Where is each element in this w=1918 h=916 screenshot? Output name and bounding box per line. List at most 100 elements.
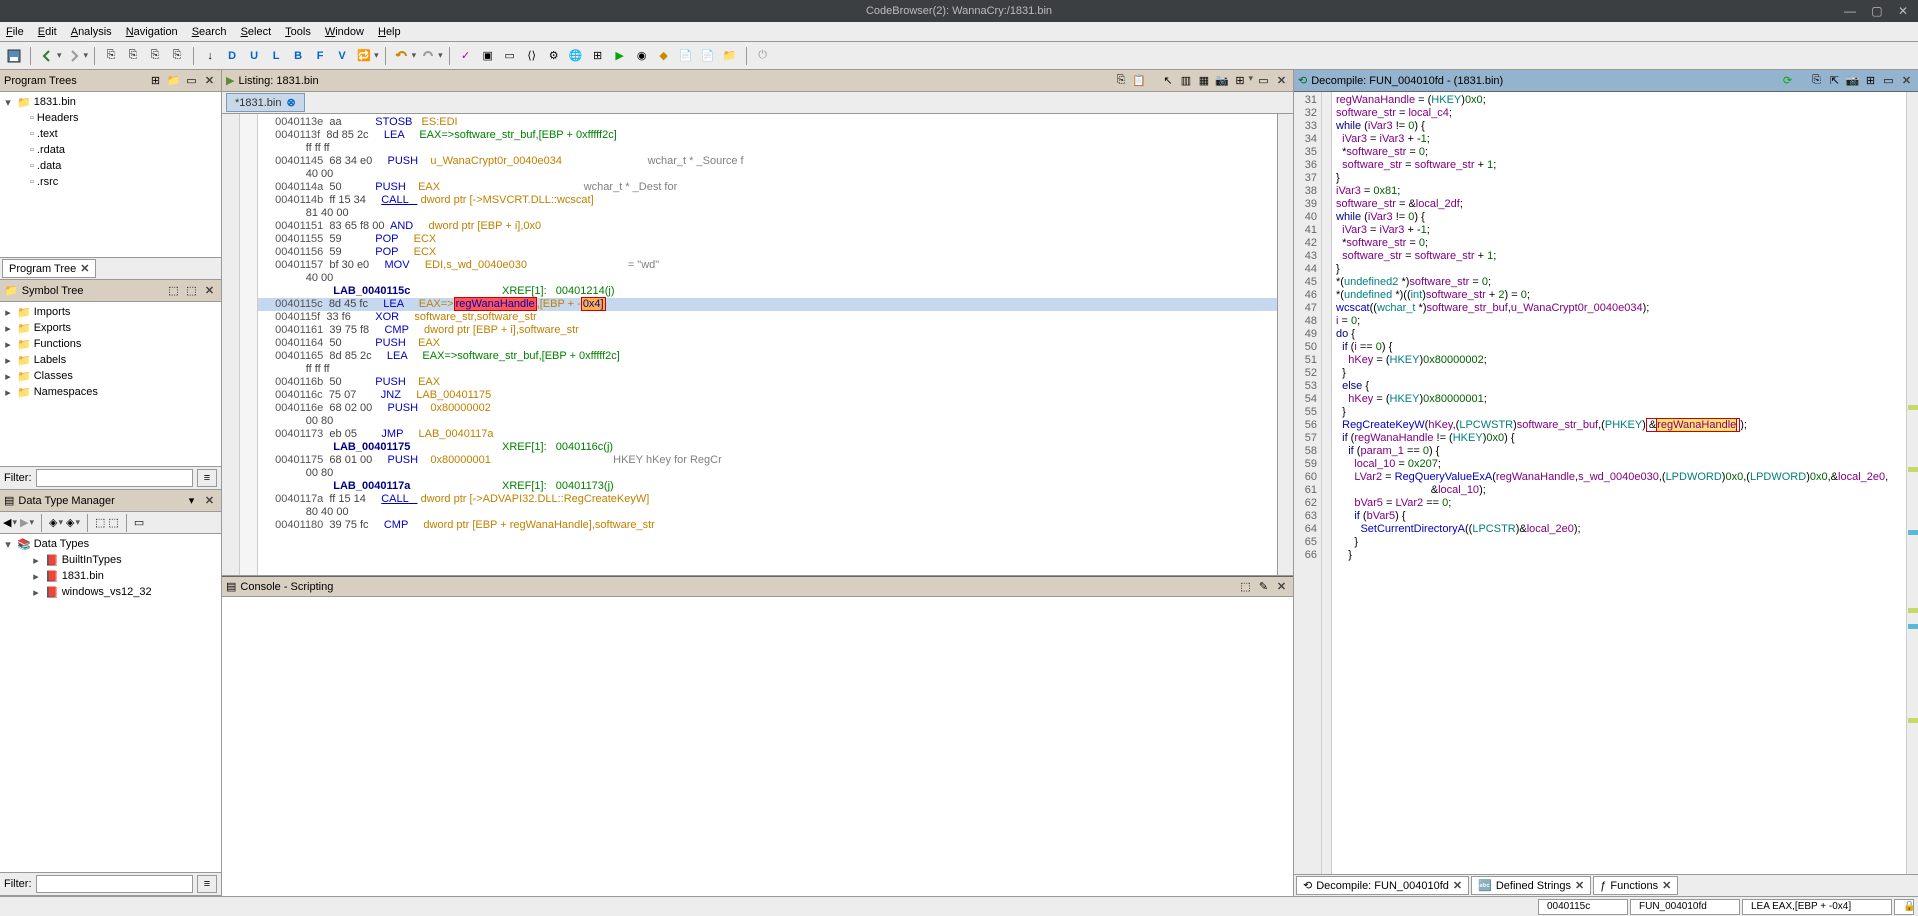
listing-row[interactable]: ff ff ff [258,363,1277,376]
listing-row[interactable]: 00 80 [258,467,1277,480]
diamond-icon[interactable]: ◆ [654,46,674,66]
listing-row[interactable]: 0040113f 8d 85 2c LEA EAX=>software_str_… [258,129,1277,142]
l-copy-icon[interactable]: ⎘ [1113,73,1128,88]
listing-row[interactable]: 00401155 59 POP ECX [258,233,1277,246]
decompile-overview[interactable] [1906,92,1918,874]
dtm-filter-input[interactable] [36,875,194,893]
decompile-line[interactable]: } [1332,367,1906,380]
listing-row[interactable]: 00401145 68 34 e0 PUSH u_WanaCrypt0r_004… [258,155,1277,168]
letter-d-icon[interactable]: D [222,46,242,66]
tree-section[interactable]: ▫.text [30,126,219,142]
st-icon1[interactable]: ⬚ [166,283,181,298]
listing-row[interactable]: 00401151 83 65 f8 00 AND dword ptr [EBP … [258,220,1277,233]
console-body[interactable] [222,597,1293,896]
d-copy-icon[interactable]: ⎘ [1809,73,1824,88]
c-close-icon[interactable]: ✕ [1274,579,1289,594]
listing-row[interactable]: LAB_0040115c XREF[1]: 00401214(j) [258,285,1277,298]
tab-close-icon[interactable]: ✕ [1662,879,1671,892]
decompile-line[interactable]: regWanaHandle = (HKEY)0x0; [1332,94,1906,107]
decompile-body[interactable]: regWanaHandle = (HKEY)0x0; software_str =… [1332,92,1906,874]
listing-row[interactable]: 00401173 eb 05 JMP LAB_0040117a [258,428,1277,441]
nav3-icon[interactable]: ⎘ [145,46,165,66]
d-refresh-icon[interactable]: ⟳ [1780,73,1795,88]
status-lock-icon[interactable]: 🔒 [1894,899,1914,915]
listing-row[interactable]: 0040117a ff 15 14 CALL dword ptr [->ADVA… [258,493,1277,506]
tab-close-icon[interactable]: ✕ [1453,879,1462,892]
menu-window[interactable]: Window [325,26,364,38]
decompile-line[interactable]: do { [1332,328,1906,341]
dtm-tool1-icon[interactable]: ◈ [49,516,57,529]
symbol-folder[interactable]: ▸📁Imports [2,304,219,320]
st-icon2[interactable]: ⬚ [184,283,199,298]
decompile-line[interactable]: iVar3 = iVar3 + -1; [1332,224,1906,237]
file-icon[interactable]: 📁 [720,46,740,66]
decompile-line[interactable]: else { [1332,380,1906,393]
menu-tools[interactable]: Tools [285,26,311,38]
panel-tab[interactable]: ƒFunctions✕ [1593,876,1678,895]
globe-icon[interactable]: 🌐 [566,46,586,66]
listing-row[interactable]: 0040115f 33 f6 XOR software_str,software… [258,311,1277,324]
dtm-tool3-icon[interactable]: ⬚ [95,516,105,529]
decompile-line[interactable]: if (regWanaHandle != (HKEY)0x0) { [1332,432,1906,445]
tab-close-icon[interactable]: ✕ [80,262,89,275]
decompile-line[interactable]: RegCreateKeyW(hKey,(LPCWSTR)software_str… [1332,419,1906,432]
decompile-line[interactable]: *software_str = 0; [1332,146,1906,159]
letter-v-icon[interactable]: V [332,46,352,66]
menu-select[interactable]: Select [241,26,272,38]
nav4-icon[interactable]: ⎘ [167,46,187,66]
pt-icon1[interactable]: ⊞ [148,73,163,88]
l-tool2-icon[interactable]: ▦ [1196,73,1211,88]
dtm-root[interactable]: ▾📚Data Types [2,536,219,552]
doc1-icon[interactable]: 📄 [676,46,696,66]
symbol-folder[interactable]: ▸📁Namespaces [2,384,219,400]
dtm-menu-icon[interactable]: ▾ [184,493,199,508]
letter-u-icon[interactable]: U [244,46,264,66]
listing-row[interactable]: 80 40 00 [258,506,1277,519]
decompile-line[interactable]: software_str = &local_2df; [1332,198,1906,211]
letter-b-icon[interactable]: B [288,46,308,66]
listing-row[interactable]: 0040115c 8d 45 fc LEA EAX=>regWanaHandle… [258,298,1277,311]
back-icon[interactable] [37,46,57,66]
pt-icon2[interactable]: 📁 [166,73,181,88]
decompile-line[interactable]: software_str = software_str + 1; [1332,159,1906,172]
brackets-icon[interactable]: ⟨⟩ [522,46,542,66]
cube-icon[interactable]: ▣ [478,46,498,66]
l-restore-icon[interactable]: ▭ [1256,73,1271,88]
pt-restore-icon[interactable]: ▭ [184,73,199,88]
pt-close-icon[interactable]: ✕ [202,73,217,88]
dtm-back-icon[interactable]: ◀ [3,516,11,529]
decompile-line[interactable]: iVar3 = iVar3 + -1; [1332,133,1906,146]
window-icon[interactable]: ▭ [500,46,520,66]
goto-icon[interactable]: ↓ [200,46,220,66]
panel-tab[interactable]: ⟲Decompile: FUN_004010fd✕ [1296,876,1469,895]
d-settings-icon[interactable]: ⊞ [1863,73,1878,88]
dtm-item[interactable]: ▸📕windows_vs12_32 [30,584,219,600]
listing-row[interactable]: LAB_00401175 XREF[1]: 0040116c(j) [258,441,1277,454]
d-camera-icon[interactable]: 📷 [1845,73,1860,88]
redo-icon[interactable] [418,46,438,66]
cycle-icon[interactable]: 🔁 [354,46,374,66]
decompile-line[interactable]: i = 0; [1332,315,1906,328]
letter-f-icon[interactable]: F [310,46,330,66]
listing-row[interactable]: 00 80 [258,415,1277,428]
listing-row[interactable]: 0040114b ff 15 34 CALL dword ptr [->MSVC… [258,194,1277,207]
decompile-line[interactable]: *(undefined2 *)software_str = 0; [1332,276,1906,289]
symbol-folder[interactable]: ▸📁Labels [2,352,219,368]
play-icon[interactable]: ▶ [610,46,630,66]
doc2-icon[interactable]: 📄 [698,46,718,66]
decompile-line[interactable]: &local_10); [1332,484,1906,497]
menu-help[interactable]: Help [378,26,401,38]
listing-row[interactable]: 00401175 68 01 00 PUSH 0x80000001 HKEY h… [258,454,1277,467]
tree-root[interactable]: ▾📁1831.bin [2,94,219,110]
decompile-line[interactable]: local_10 = 0x207; [1332,458,1906,471]
tree-section[interactable]: ▫.rsrc [30,174,219,190]
decompile-line[interactable]: if (param_1 == 0) { [1332,445,1906,458]
listing-row[interactable]: 00401156 59 POP ECX [258,246,1277,259]
listing-body[interactable]: 0040113e aa STOSB ES:EDI 0040113f 8d 85 … [258,114,1277,575]
dtm-close-icon[interactable]: ✕ [202,493,217,508]
decompile-line[interactable]: } [1332,172,1906,185]
tree-section[interactable]: ▫.rdata [30,142,219,158]
dtm-filter-settings-icon[interactable]: ≡ [197,875,217,893]
dtm-tool4-icon[interactable]: ⬚ [108,516,118,529]
undo-icon[interactable] [392,46,412,66]
